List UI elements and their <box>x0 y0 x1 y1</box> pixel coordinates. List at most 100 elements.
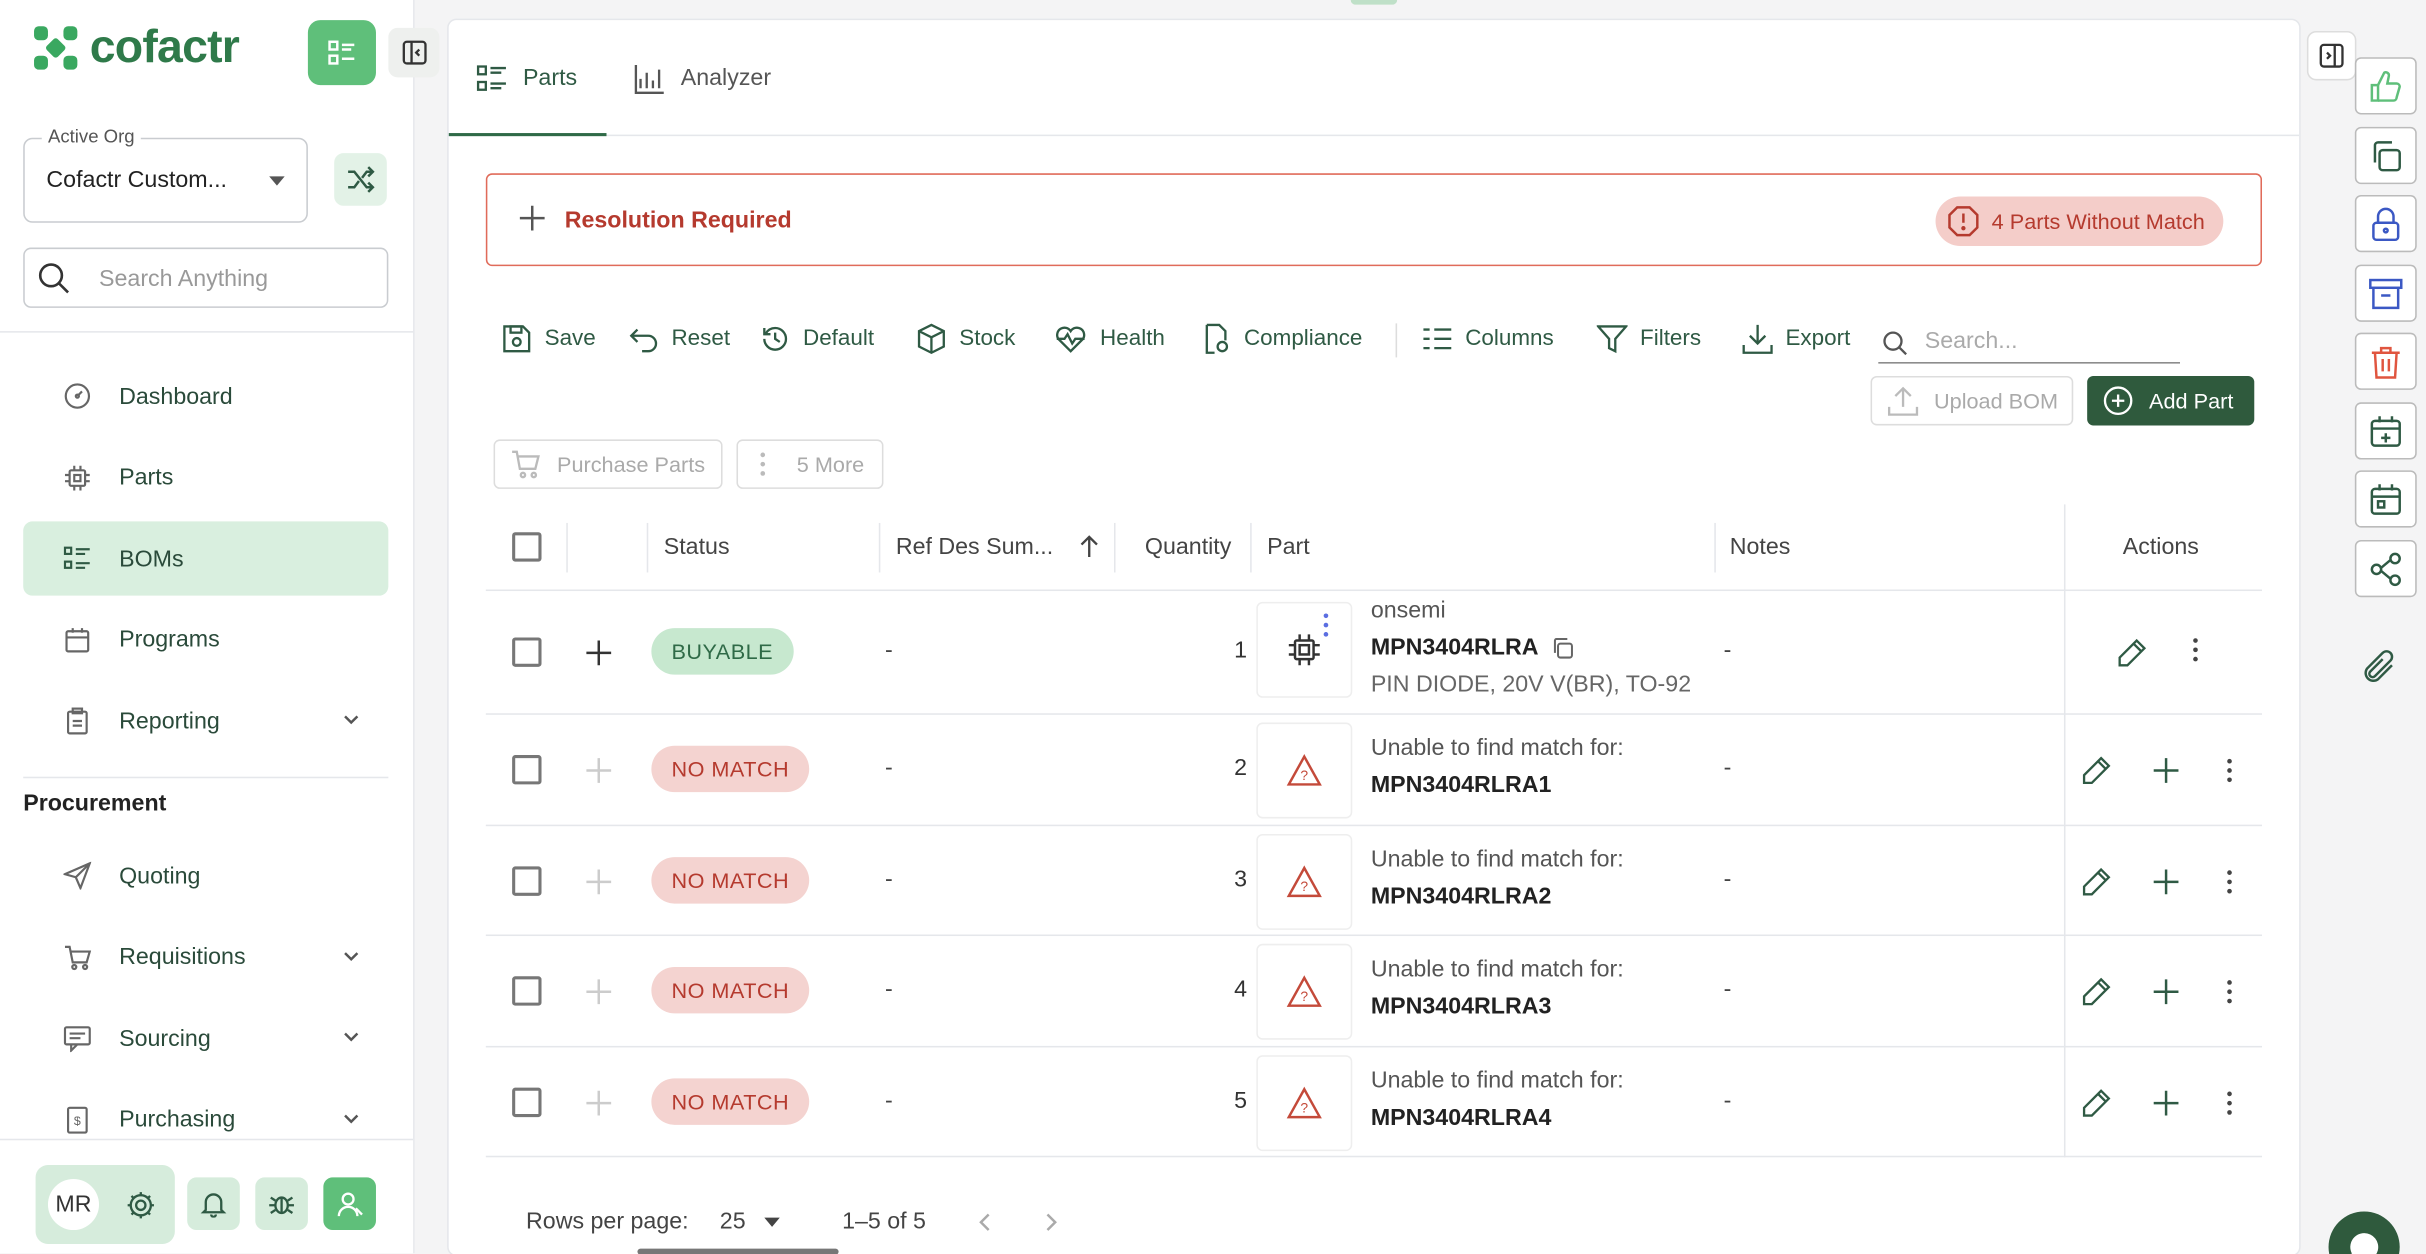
edit-icon[interactable] <box>2081 976 2112 1007</box>
gear-icon[interactable] <box>125 1190 156 1221</box>
user-menu[interactable]: MR <box>35 1165 175 1244</box>
row-checkbox[interactable] <box>512 976 542 1006</box>
schedule-button[interactable] <box>2354 470 2417 528</box>
notes-cell[interactable]: - <box>1724 755 1732 781</box>
report-bug-button[interactable] <box>255 1177 308 1231</box>
add-icon[interactable] <box>2151 866 2182 897</box>
quantity-cell[interactable]: 1 <box>1167 637 1247 663</box>
paperclip-icon[interactable] <box>2361 648 2398 688</box>
table-row[interactable]: NO MATCH - 5 ? Unable to find match for:… <box>485 1047 2263 1158</box>
table-row[interactable]: NO MATCH - 3 ? Unable to find match for:… <box>485 825 2263 937</box>
column-header-quantity[interactable]: Quantity <box>1145 534 1231 560</box>
add-icon[interactable] <box>2151 976 2182 1007</box>
rows-per-page-select[interactable]: 25 <box>720 1208 787 1235</box>
resolution-alert[interactable]: Resolution Required 4 Parts Without Matc… <box>485 173 2263 267</box>
quantity-cell[interactable]: 3 <box>1167 866 1247 892</box>
row-checkbox[interactable] <box>512 865 542 896</box>
notes-cell[interactable]: - <box>1724 1087 1732 1113</box>
nav-item-dashboard[interactable]: Dashboard <box>23 359 388 433</box>
table-row[interactable]: NO MATCH - 4 ? Unable to find match for:… <box>485 936 2263 1047</box>
reset-button[interactable]: Reset <box>628 308 730 370</box>
plus-icon[interactable] <box>518 204 546 232</box>
more-vertical-icon[interactable] <box>2226 869 2232 894</box>
add-part-button[interactable]: Add Part <box>2087 375 2255 426</box>
columns-button[interactable]: Columns <box>1422 308 1554 370</box>
table-row[interactable]: NO MATCH - 2 ? Unable to find match for:… <box>485 715 2263 826</box>
part-mpn[interactable]: MPN3404RLRA <box>1371 630 1691 667</box>
row-checkbox[interactable] <box>512 1086 542 1117</box>
add-to-calendar-button[interactable] <box>2354 402 2417 460</box>
nav-item-requisitions[interactable]: Requisitions <box>23 920 388 994</box>
upload-bom-button[interactable]: Upload BOM <box>1870 375 2074 426</box>
copy-icon[interactable] <box>1551 636 1576 661</box>
more-vertical-icon[interactable] <box>2226 758 2232 783</box>
add-icon[interactable] <box>2151 755 2182 786</box>
select-all-checkbox[interactable] <box>512 532 542 562</box>
compliance-button[interactable]: Compliance <box>1201 308 1362 370</box>
archive-button[interactable] <box>2354 264 2417 322</box>
delete-button[interactable] <box>2354 332 2417 390</box>
expand-plus-icon[interactable] <box>583 637 614 668</box>
column-header-status[interactable]: Status <box>664 534 730 560</box>
quantity-cell[interactable]: 5 <box>1167 1087 1247 1113</box>
chevron-left-icon[interactable] <box>976 1212 991 1234</box>
column-header-refdes[interactable]: Ref Des Sum... <box>896 534 1053 560</box>
edit-icon[interactable] <box>2081 1087 2112 1118</box>
row-checkbox[interactable] <box>512 755 542 785</box>
lock-button[interactable] <box>2354 194 2417 253</box>
org-select[interactable]: Active Org Cofactr Custom... <box>23 125 308 223</box>
row-checkbox[interactable] <box>512 637 542 667</box>
edit-icon[interactable] <box>2117 637 2148 668</box>
chat-launcher-button[interactable] <box>2328 1211 2400 1254</box>
logo[interactable]: cofactr <box>31 22 240 75</box>
more-actions-button[interactable]: 5 More <box>736 439 884 489</box>
nav-item-parts[interactable]: Parts <box>23 440 388 514</box>
quantity-cell[interactable]: 4 <box>1167 976 1247 1002</box>
notes-cell[interactable]: - <box>1724 976 1732 1002</box>
add-icon[interactable] <box>2151 1087 2182 1118</box>
collapse-right-panel-button[interactable] <box>2306 30 2357 81</box>
quantity-cell[interactable]: 2 <box>1167 755 1247 781</box>
list-view-button[interactable] <box>307 20 376 86</box>
unmatched-parts-badge[interactable]: 4 Parts Without Match <box>1935 196 2224 247</box>
nav-item-quoting[interactable]: Quoting <box>23 839 388 913</box>
column-header-notes[interactable]: Notes <box>1730 534 1791 560</box>
more-vertical-icon[interactable] <box>2226 979 2232 1004</box>
switch-org-button[interactable] <box>334 153 387 206</box>
purchase-parts-button[interactable]: Purchase Parts <box>493 439 723 489</box>
nav-item-programs[interactable]: Programs <box>23 603 388 677</box>
table-search-input[interactable]: Search... <box>1878 320 2181 364</box>
default-button[interactable]: Default <box>760 308 874 370</box>
chevron-right-icon[interactable] <box>1044 1212 1059 1234</box>
filters-button[interactable]: Filters <box>1596 308 1701 370</box>
notes-cell[interactable]: - <box>1724 866 1732 892</box>
more-vertical-icon[interactable] <box>2192 637 2198 662</box>
stock-button[interactable]: Stock <box>916 308 1015 370</box>
account-button[interactable] <box>323 1177 376 1231</box>
column-header-part[interactable]: Part <box>1267 534 1310 560</box>
collapse-sidebar-button[interactable] <box>388 27 440 78</box>
nav-item-reporting[interactable]: Reporting <box>23 684 388 758</box>
tab-analyzer[interactable]: Analyzer <box>634 20 771 136</box>
share-button[interactable] <box>2354 539 2417 598</box>
more-vertical-icon[interactable] <box>2226 1090 2232 1115</box>
nav-item-boms[interactable]: BOMs <box>23 521 389 596</box>
health-button[interactable]: Health <box>1054 308 1165 370</box>
notifications-button[interactable] <box>187 1177 240 1231</box>
table-row[interactable]: BUYABLE - 1 onsemi MPN3404RLRA PIN DIODE… <box>485 591 2263 715</box>
notes-cell[interactable]: - <box>1724 637 1732 663</box>
save-button[interactable]: Save <box>501 308 596 370</box>
edit-icon[interactable] <box>2081 755 2112 786</box>
tab-parts[interactable]: Parts <box>476 20 577 136</box>
edit-icon[interactable] <box>2081 866 2112 897</box>
global-search-input[interactable]: Search Anything <box>23 247 389 308</box>
avatar[interactable]: MR <box>47 1178 100 1231</box>
approve-button[interactable] <box>2354 57 2417 115</box>
nav-item-sourcing[interactable]: Sourcing <box>23 1001 388 1075</box>
horizontal-scrollbar[interactable] <box>637 1248 839 1254</box>
arrow-up-icon[interactable] <box>1078 534 1100 559</box>
export-button[interactable]: Export <box>1742 308 1850 370</box>
more-vertical-icon[interactable] <box>1323 613 1329 638</box>
part-thumbnail[interactable] <box>1256 601 1353 698</box>
duplicate-button[interactable] <box>2354 126 2417 185</box>
